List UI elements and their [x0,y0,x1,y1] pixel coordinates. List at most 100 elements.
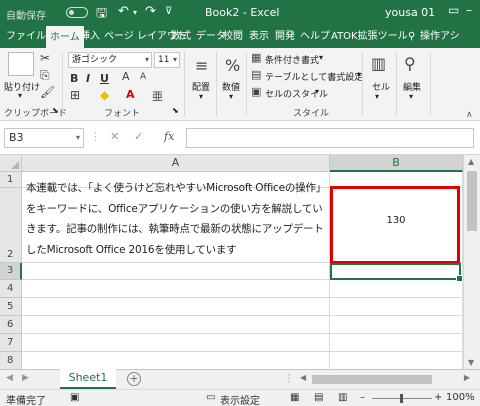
scroll-thumb[interactable] [467,171,477,231]
page-layout-view-icon[interactable]: ▤ [314,392,323,403]
tab-view[interactable]: 表示 [249,26,269,48]
cell-b6[interactable] [330,316,463,334]
paste-dropdown-icon[interactable]: ▾ [18,91,22,100]
scroll-left-icon[interactable]: ◀ [300,373,306,382]
tab-file[interactable]: ファイル [6,26,46,48]
decrease-font-icon[interactable]: A [140,72,146,82]
chevron-down-icon[interactable]: ▾ [315,87,319,96]
redo-icon[interactable]: ↷ [145,4,156,19]
tab-split-handle[interactable]: ⋮ [284,373,294,384]
scroll-right-icon[interactable]: ▶ [464,373,470,382]
font-launcher-icon[interactable]: ⬊ [172,106,179,115]
tab-help[interactable]: ヘルプ [300,26,330,48]
zoom-in-icon[interactable]: + [434,392,442,403]
enter-icon[interactable]: ✓ [134,130,143,143]
fill-color-icon[interactable]: ◆ [100,88,109,102]
cell-b5[interactable] [330,298,463,316]
cut-icon[interactable]: ✂ [40,51,50,65]
formula-input[interactable] [186,128,474,148]
tab-tell-me[interactable]: 操作アシ [420,26,460,48]
autosave-toggle[interactable] [66,7,88,18]
percent-icon[interactable]: % [225,56,240,75]
tab-insert[interactable]: 挿入 [80,26,100,48]
collapse-ribbon-icon[interactable]: ∧ [466,110,473,120]
format-painter-icon[interactable]: 🖌 [40,85,55,99]
phonetic-guide-icon[interactable]: 亜 [152,88,163,104]
name-box[interactable]: B3 ▾ [4,128,84,148]
cancel-icon[interactable]: ✕ [110,130,119,143]
cell-b8[interactable] [330,352,463,369]
undo-icon[interactable]: ↶ [118,4,129,19]
scroll-up-icon[interactable]: ▲ [468,157,474,166]
zoom-out-icon[interactable]: – [360,392,365,403]
sheet-tab-sheet1[interactable]: Sheet1 [60,369,116,389]
scroll-down-icon[interactable]: ▼ [468,358,474,367]
page-break-view-icon[interactable]: ▥ [338,392,347,403]
underline-button[interactable]: U [100,72,109,85]
number-dropdown-icon[interactable]: ▾ [229,92,233,101]
paste-icon[interactable] [8,52,34,76]
row-header-6[interactable]: 6 [0,316,22,334]
conditional-format-button[interactable]: 条件付き書式 [265,53,319,66]
cell-a8[interactable] [22,352,330,369]
table-format-button[interactable]: テーブルとして書式設定 [265,70,363,83]
tab-data[interactable]: データ [196,26,226,48]
tab-atok[interactable]: ATOK拡張ツール [331,26,408,48]
cell-a5[interactable] [22,298,330,316]
row-header-8[interactable]: 8 [0,352,22,369]
display-settings-button[interactable]: 表示設定 [220,392,260,406]
tab-review[interactable]: 校閲 [223,26,243,48]
bold-button[interactable]: B [70,72,78,85]
column-header-b[interactable]: B [330,155,463,172]
row-header-7[interactable]: 7 [0,334,22,352]
insert-function-button[interactable]: fx [164,130,174,143]
save-icon[interactable]: 🖫 [96,4,107,26]
row-header-5[interactable]: 5 [0,298,22,316]
horizontal-scrollbar[interactable]: ◀ ▶ [300,373,470,386]
cell-b7[interactable] [330,334,463,352]
minimize-icon[interactable]: – [466,3,472,17]
chevron-down-icon[interactable]: ▾ [357,70,361,79]
font-name-select[interactable]: 游ゴシック ▾ [68,52,152,68]
zoom-level[interactable]: 100% [446,392,475,403]
hscroll-thumb[interactable] [312,375,432,384]
tab-developer[interactable]: 開発 [275,26,295,48]
user-name[interactable]: yousa 01 [385,6,435,19]
row-header-3[interactable]: 3 [0,263,22,280]
prev-sheet-icon[interactable]: ◀ [6,373,13,383]
cell-a7[interactable] [22,334,330,352]
add-sheet-icon[interactable]: + [127,372,141,386]
chevron-down-icon[interactable]: ▾ [319,53,323,62]
row-header-2[interactable]: 2 [0,188,22,263]
cell-a4[interactable] [22,280,330,298]
row-header-4[interactable]: 4 [0,280,22,298]
column-header-a[interactable]: A [22,155,330,172]
increase-font-icon[interactable]: A [122,70,130,83]
zoom-slider[interactable] [372,394,432,403]
macro-record-icon[interactable]: ▣ [70,392,79,403]
copy-icon[interactable]: ⎘ [40,68,50,83]
clipboard-launcher-icon[interactable]: ⬊ [52,106,59,115]
cell-a6[interactable] [22,316,330,334]
cells-dropdown-icon[interactable]: ▾ [375,92,379,101]
customize-quick-access-icon[interactable]: ⊽ [165,6,172,17]
search-icon[interactable]: ⚲ [404,54,416,73]
edit-dropdown-icon[interactable]: ▾ [409,92,413,101]
font-size-select[interactable]: 11 ▾ [154,52,180,68]
alignment-icon[interactable]: ≡ [195,56,208,75]
undo-dropdown-icon[interactable]: ▾ [133,8,137,17]
alignment-dropdown-icon[interactable]: ▾ [199,92,203,101]
font-color-icon[interactable]: A [126,88,135,101]
borders-icon[interactable]: ⊞ [70,88,80,102]
italic-button[interactable]: I [86,72,90,85]
next-sheet-icon[interactable]: ▶ [22,373,29,383]
row-header-1[interactable]: 1 [0,172,22,188]
display-settings-icon[interactable]: ▭ [206,392,215,403]
vertical-scrollbar[interactable]: ▲ ▼ [463,155,480,369]
tab-formulas[interactable]: 数式 [171,26,191,48]
cell-a3[interactable] [22,263,330,280]
normal-view-icon[interactable]: ▦ [290,392,299,403]
tab-home[interactable]: ホーム [46,26,84,48]
select-all-button[interactable] [0,155,22,172]
cell-b4[interactable] [330,280,463,298]
